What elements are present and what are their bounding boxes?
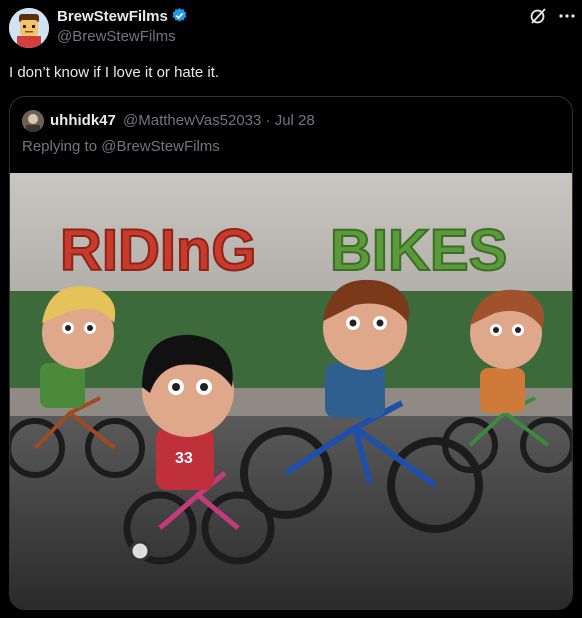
sign-text-riding: RIDInG <box>60 218 257 283</box>
quoted-post[interactable]: uhhidk47 @MatthewVas52033 · Jul 28 Reply… <box>9 96 573 610</box>
author-avatar[interactable] <box>9 8 49 48</box>
jersey-number: 33 <box>175 450 193 467</box>
quoted-image[interactable]: RIDInG BIKES 33 <box>10 173 572 610</box>
quoted-avatar[interactable] <box>22 110 44 132</box>
author-name[interactable]: BrewStewFilms <box>57 7 188 25</box>
author-name-text[interactable]: BrewStewFilms <box>57 8 168 25</box>
post-text: I don’t know if I love it or hate it. <box>9 64 220 81</box>
quoted-author-name[interactable]: uhhidk47 <box>50 112 116 129</box>
sign-text-bikes: BIKES <box>330 218 507 283</box>
grok-icon[interactable] <box>528 6 548 26</box>
verified-badge-icon <box>172 8 187 22</box>
author-handle[interactable]: @BrewStewFilms <box>57 28 176 45</box>
more-icon[interactable] <box>557 6 577 26</box>
replying-to-text: Replying to @BrewStewFilms <box>22 138 220 155</box>
quoted-author-handle-date[interactable]: @MatthewVas52033 · Jul 28 <box>123 112 315 129</box>
